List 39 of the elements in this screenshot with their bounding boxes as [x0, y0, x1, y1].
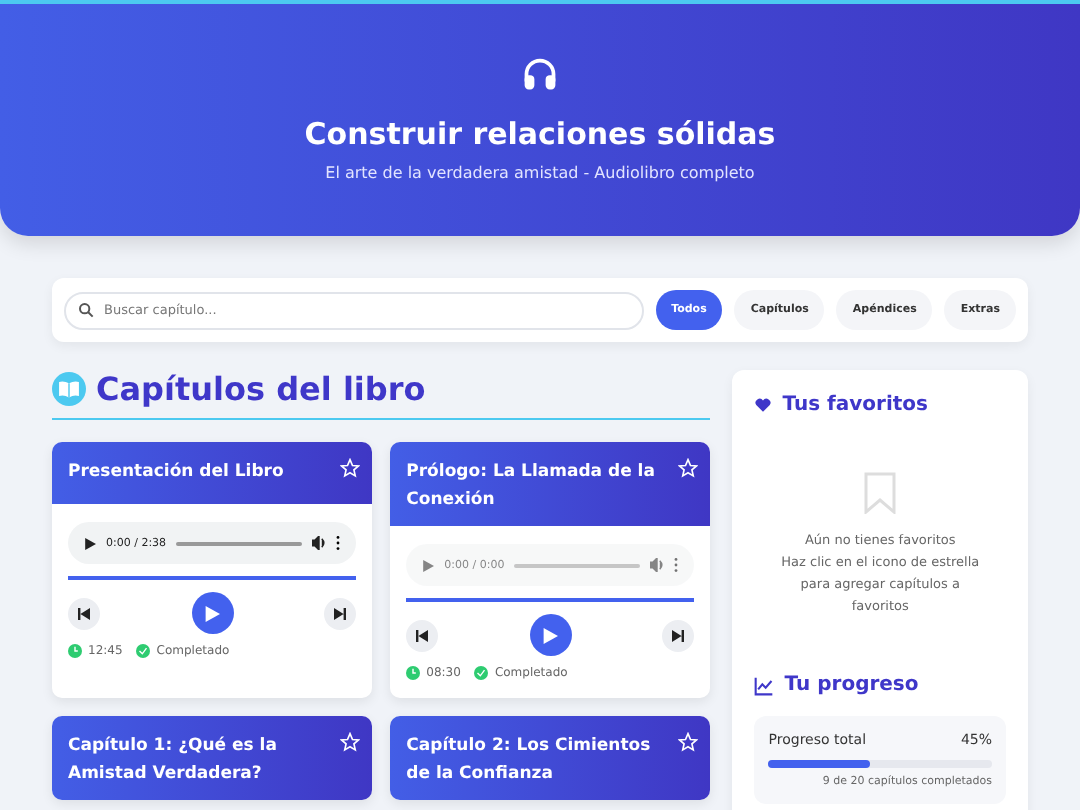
chapter-title: Prólogo: La Llamada de la Conexión — [406, 460, 657, 514]
chapter-title: Presentación del Libro — [68, 460, 286, 486]
section-title: Capítulos del libro — [96, 370, 426, 408]
volume-icon — [650, 558, 665, 572]
play-icon — [542, 627, 559, 643]
sidebar-heading: Tus favoritos — [782, 394, 929, 416]
chapter-title: Capítulo 2: Los Cimientos de la Confianza — [406, 734, 653, 788]
star-icon[interactable] — [678, 732, 699, 752]
heart-icon — [754, 396, 773, 414]
sidebar-heading: Tu progreso — [784, 674, 919, 696]
skip-forward-icon — [334, 607, 347, 619]
more-icon — [674, 558, 679, 572]
skip-back-icon — [416, 629, 429, 641]
play-icon — [204, 605, 221, 621]
page-title: Construir relaciones sólidas — [304, 116, 776, 152]
play-button[interactable] — [529, 614, 572, 656]
skip-forward-icon — [672, 629, 685, 641]
page-subtitle: El arte de la verdadera amistad - Audiolibro completo — [325, 164, 755, 182]
book-icon — [52, 372, 86, 406]
chart-icon — [754, 675, 775, 695]
skip-back-icon — [78, 607, 90, 619]
star-icon[interactable] — [340, 458, 361, 478]
headphones-icon — [522, 56, 558, 92]
clock-icon — [68, 644, 82, 658]
star-icon[interactable] — [340, 732, 361, 752]
search-icon — [78, 302, 94, 318]
volume-icon — [312, 536, 327, 550]
previous-button[interactable] — [68, 597, 100, 629]
previous-button[interactable] — [406, 619, 439, 651]
more-icon — [336, 536, 341, 550]
bookmark-icon — [864, 472, 897, 514]
chapter-title: Capítulo 1: ¿Qué es la Amistad Verdadera? — [68, 734, 279, 788]
star-icon[interactable] — [678, 458, 699, 478]
next-button[interactable] — [324, 597, 357, 629]
play-icon — [422, 559, 435, 571]
play-button[interactable] — [191, 592, 234, 634]
next-button[interactable] — [662, 619, 695, 651]
clock-icon — [406, 666, 421, 680]
play-icon — [84, 537, 96, 549]
